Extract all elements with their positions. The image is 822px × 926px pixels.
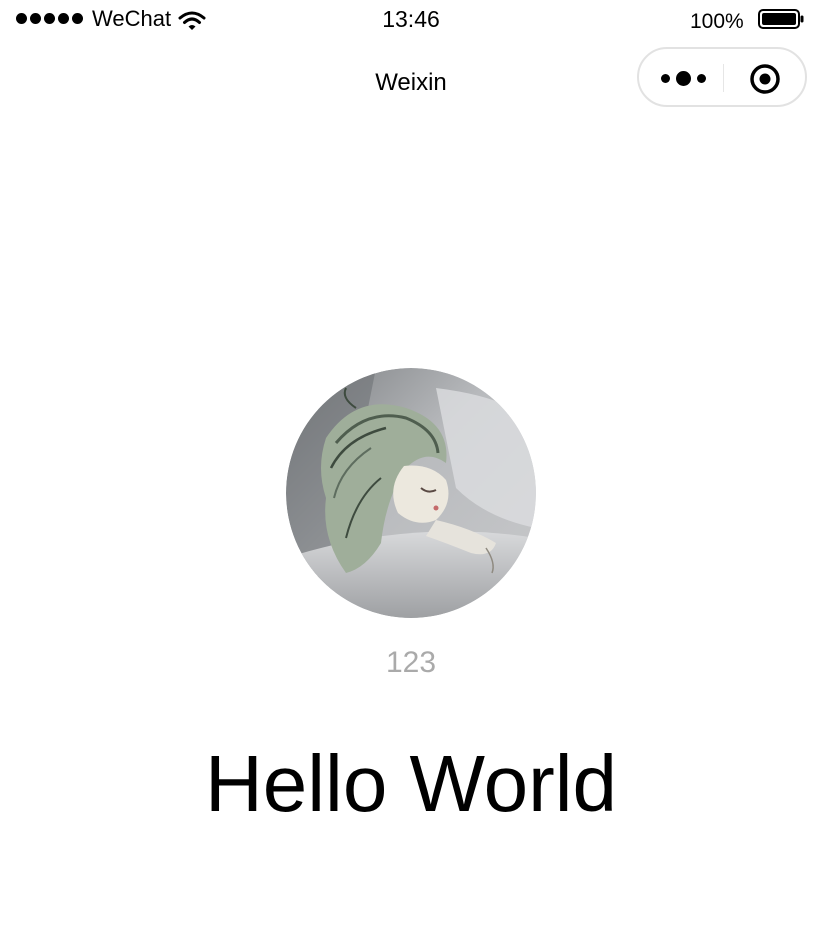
close-target-icon[interactable] xyxy=(749,63,781,95)
user-avatar[interactable] xyxy=(286,368,536,618)
more-button[interactable] xyxy=(653,61,713,95)
greeting-text-value: Hello World xyxy=(205,739,617,828)
miniprogram-capsule xyxy=(637,47,807,107)
status-time-text: 13:46 xyxy=(382,6,440,32)
user-nickname: 123 xyxy=(0,645,822,681)
status-bar: WeChat 13:46 100% xyxy=(0,0,822,40)
more-dots-icon xyxy=(660,73,670,83)
app-screen: WeChat 13:46 100% Weixin 123 Hello World xyxy=(0,0,822,926)
user-nickname-text: 123 xyxy=(385,646,437,679)
battery-icon xyxy=(758,9,804,29)
battery-percent: 100% xyxy=(690,10,744,33)
greeting-text: Hello World xyxy=(0,738,822,830)
page-title-text: Weixin xyxy=(375,69,447,96)
capsule-divider xyxy=(723,64,724,92)
